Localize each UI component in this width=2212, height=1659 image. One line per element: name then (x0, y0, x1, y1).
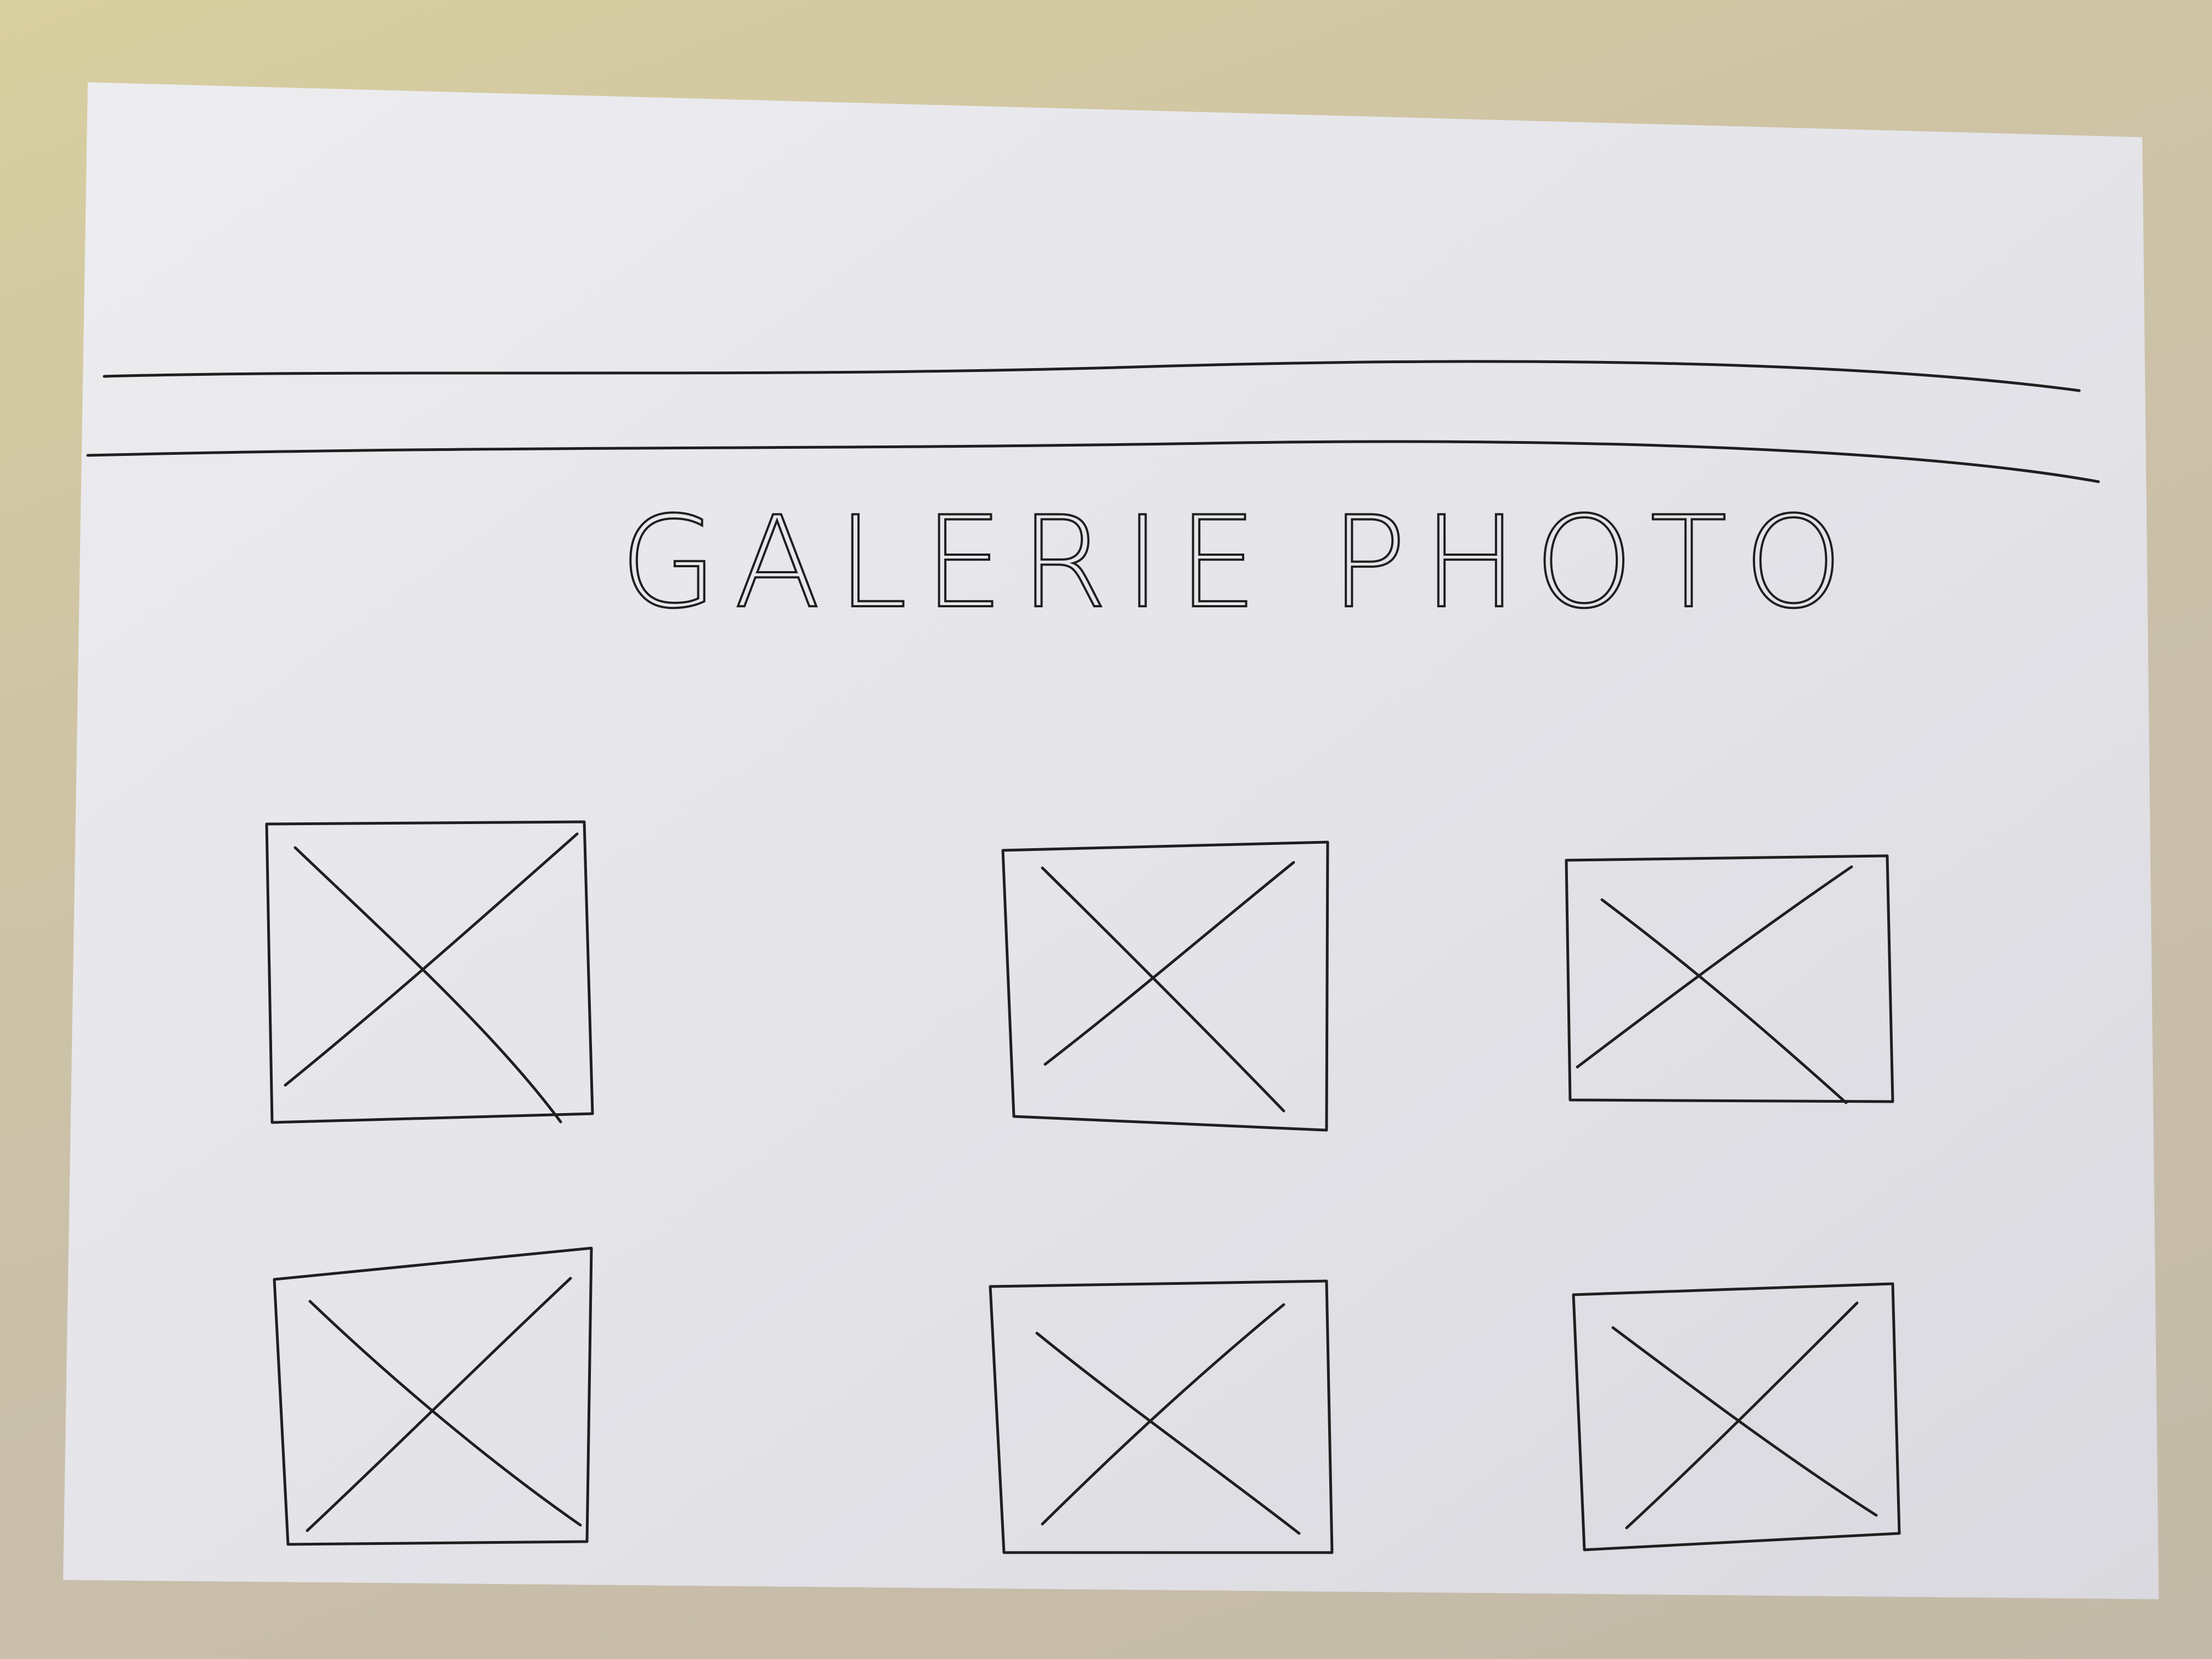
page-title: GALERIE PHOTO (620, 490, 1859, 636)
wireframe-sketch: GALERIE PHOTO (63, 82, 2159, 1599)
paper-sheet (63, 82, 2159, 1599)
